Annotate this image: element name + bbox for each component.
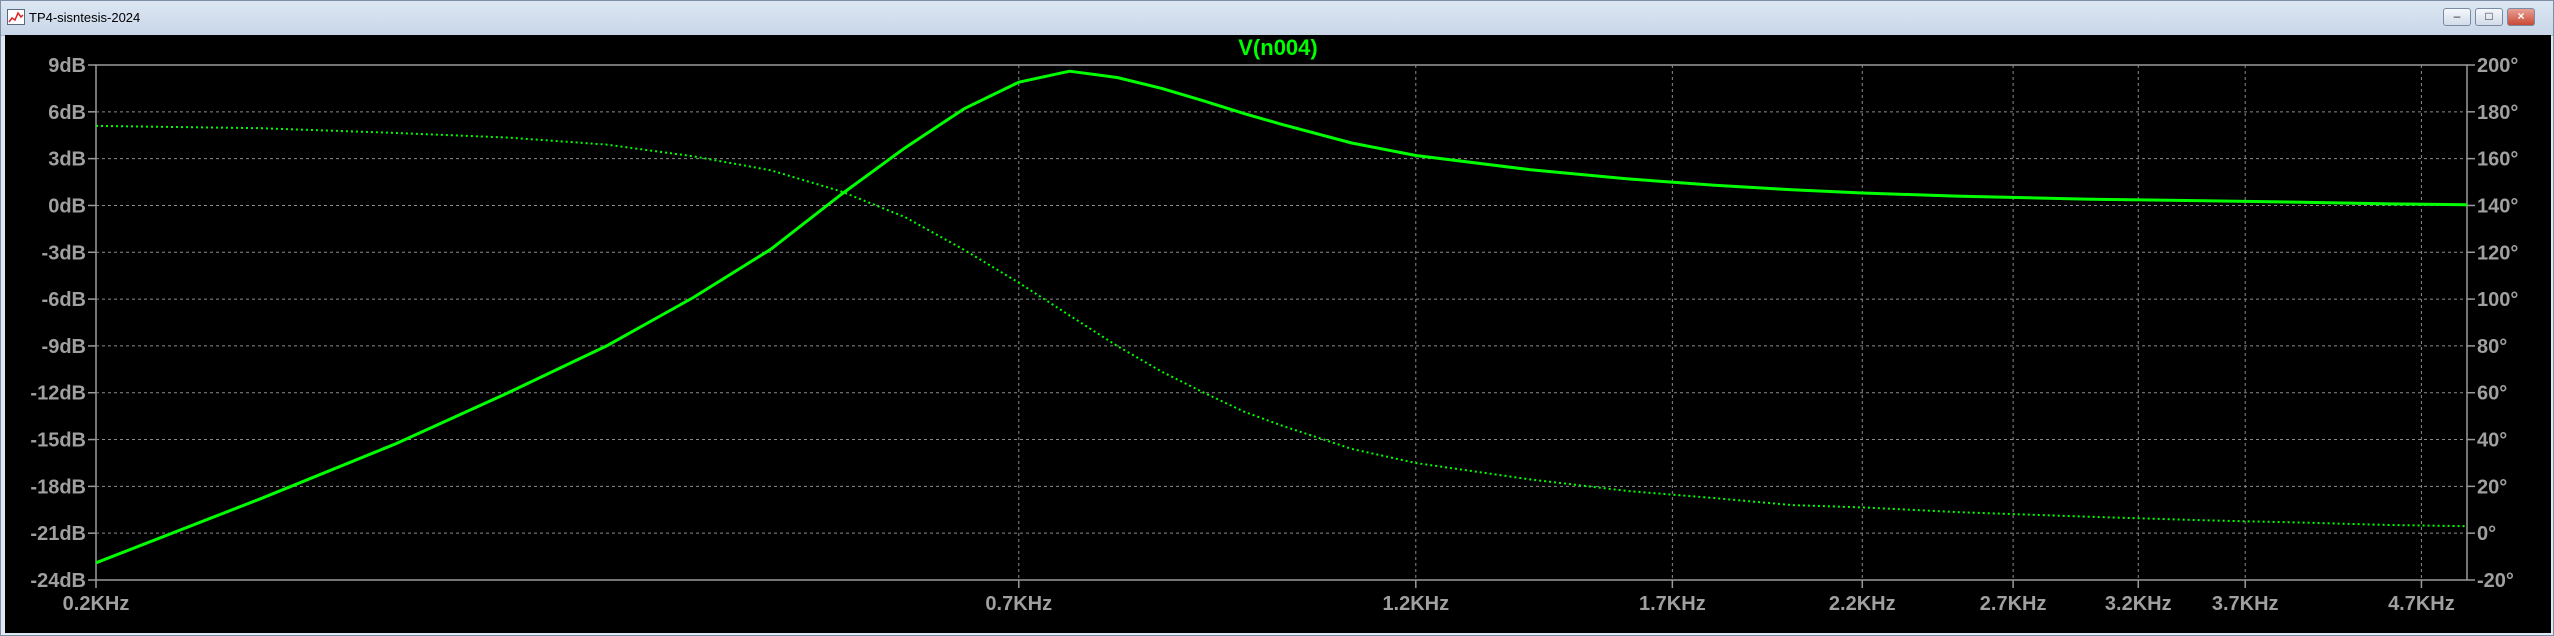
y-right-tick-label: 100° (2477, 289, 2518, 311)
y-left-tick-label: -15dB (30, 430, 86, 452)
x-tick-label: 0.7KHz (985, 593, 1052, 615)
minimize-button[interactable]: – (2443, 8, 2471, 26)
x-tick-label: 4.7KHz (2388, 593, 2455, 615)
y-right-tick-label: 60° (2477, 383, 2507, 405)
series-traces (95, 69, 2468, 565)
phase-trace (95, 124, 2468, 528)
y-right-tick-label: 180° (2477, 102, 2518, 124)
y-left-tick-label: 3dB (48, 149, 86, 171)
x-tick-label: 3.2KHz (2105, 593, 2172, 615)
y-left-tick-label: -9dB (42, 336, 86, 358)
close-button[interactable]: × (2507, 8, 2535, 26)
app-window: TP4-sisntesis-2024 – □ × 9dB 6dB 3dB 0dB -3d… (0, 0, 2554, 636)
y-left-tick-label: 0dB (48, 195, 86, 217)
y-left-tick-label: -24dB (30, 570, 86, 592)
x-tick-label: 2.2KHz (1829, 593, 1896, 615)
window-title: TP4-sisntesis-2024 (29, 10, 141, 25)
x-tick-label: 1.7KHz (1639, 593, 1706, 615)
y-left-tick-label: 6dB (48, 102, 86, 124)
plot-area[interactable]: 9dB 6dB 3dB 0dB -3dB -6dB -9dB -12dB -15dB -18dB -… (5, 35, 2551, 633)
chart-title[interactable]: V(n004) (1238, 35, 1317, 60)
y-right-tick-label: 0° (2477, 523, 2496, 545)
y-right-tick-label: 40° (2477, 430, 2507, 452)
plot-frame (95, 64, 2468, 581)
y-left-tick-label: -12dB (30, 383, 86, 405)
x-tick-label: 3.7KHz (2212, 593, 2279, 615)
y-left-tick-label: -21dB (30, 523, 86, 545)
y-right-tick-label: 140° (2477, 195, 2518, 217)
y-right-tick-label: 200° (2477, 55, 2518, 77)
axis-ticks (88, 64, 2475, 588)
y-left-tick-label: -18dB (30, 476, 86, 498)
maximize-button[interactable]: □ (2475, 8, 2503, 26)
x-tick-label: 1.2KHz (1382, 593, 1449, 615)
waveform-icon (7, 9, 25, 25)
bode-chart[interactable]: 9dB 6dB 3dB 0dB -3dB -6dB -9dB -12dB -15dB -18dB -… (5, 35, 2551, 633)
y-right-tick-label: -20° (2477, 570, 2514, 592)
y-right-tick-label: 160° (2477, 149, 2518, 171)
y-left-tick-label: -6dB (42, 289, 86, 311)
y-right-tick-label: 20° (2477, 476, 2507, 498)
x-tick-label: 0.2KHz (63, 593, 130, 615)
x-tick-label: 2.7KHz (1980, 593, 2047, 615)
grid-lines (96, 65, 2467, 580)
tick-labels: 9dB 6dB 3dB 0dB -3dB -6dB -9dB -12dB -15dB -18dB -… (30, 55, 2518, 615)
magnitude-trace (95, 69, 2468, 565)
y-left-tick-label: 9dB (48, 55, 86, 77)
y-left-tick-label: -3dB (42, 242, 86, 264)
y-right-tick-label: 80° (2477, 336, 2507, 358)
y-right-tick-label: 120° (2477, 242, 2518, 264)
title-bar[interactable]: TP4-sisntesis-2024 – □ × (1, 1, 2553, 36)
